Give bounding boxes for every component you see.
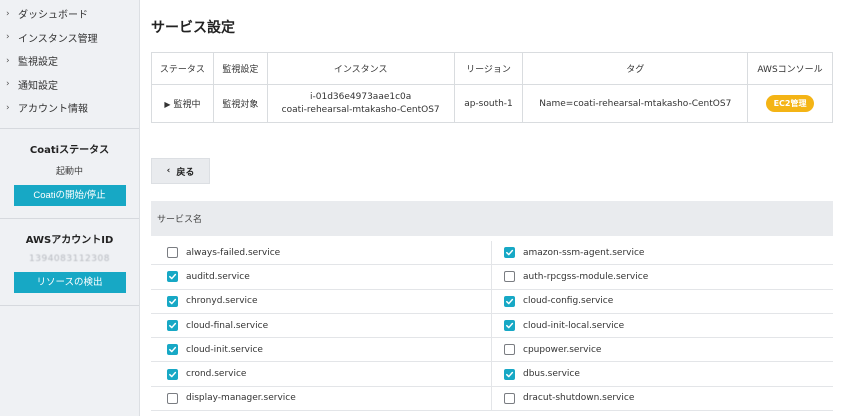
detect-resources-button[interactable]: リソースの検出 <box>13 271 126 293</box>
service-list-header: サービス名 <box>151 201 833 236</box>
checkbox-unchecked[interactable] <box>504 271 515 283</box>
checkbox-checked[interactable] <box>167 320 178 332</box>
checkbox-checked[interactable] <box>504 320 515 332</box>
sidebar-item-monitoring[interactable]: › 監視設定 <box>0 49 139 73</box>
sidebar-item-label: 通知設定 <box>18 80 58 92</box>
ec2-console-badge[interactable]: EC2管理 <box>765 95 815 112</box>
col-header-status: ステータス <box>151 52 214 85</box>
checkbox-checked[interactable] <box>504 247 515 259</box>
monitoring-cell: 監視対象 <box>212 84 268 123</box>
main-content: サービス設定 ステータス 監視設定 インスタンス リージョン タグ AWSコンソ… <box>140 0 844 416</box>
status-cell: ▶ 監視中 <box>151 84 214 123</box>
aws-account-title: AWSアカウントID <box>25 234 114 246</box>
service-name: auditd.service <box>186 271 250 282</box>
sidebar-item-label: 監視設定 <box>18 57 58 69</box>
service-name: cpupower.service <box>523 344 602 355</box>
region-cell: ap-south-1 <box>453 84 524 123</box>
service-item[interactable]: amazon-ssm-agent.service <box>492 241 833 266</box>
service-name: cloud-init-local.service <box>523 320 625 331</box>
chevron-right-icon: › <box>6 79 10 90</box>
service-item[interactable]: cpupower.service <box>492 338 833 363</box>
chevron-left-icon: ‹ <box>166 166 171 176</box>
table-row: ▶ 監視中 監視対象 i-01d36e4973aae1c0a coati-rehe… <box>151 84 833 123</box>
col-header-instance: インスタンス <box>266 52 455 85</box>
sidebar-item-instances[interactable]: › インスタンス管理 <box>0 26 139 50</box>
coati-status-title: Coatiステータス <box>29 144 110 156</box>
checkbox-unchecked[interactable] <box>504 392 515 404</box>
sidebar-item-notifications[interactable]: › 通知設定 <box>0 73 139 97</box>
back-button-label: 戻る <box>176 167 195 178</box>
play-icon: ▶ <box>164 100 171 109</box>
chevron-right-icon: › <box>6 55 10 66</box>
coati-status-panel: Coatiステータス 起動中 Coatiの開始/停止 <box>0 129 139 219</box>
checkbox-checked[interactable] <box>167 344 178 356</box>
service-item[interactable]: always-failed.service <box>151 241 492 266</box>
service-name: chronyd.service <box>186 296 258 307</box>
service-name: amazon-ssm-agent.service <box>523 247 645 258</box>
back-button[interactable]: ‹ 戻る <box>151 158 210 184</box>
instance-name: coati-rehearsal-mtakasho-CentOS7 <box>281 105 440 115</box>
checkbox-checked[interactable] <box>167 295 178 307</box>
service-item[interactable]: auth-rpcgss-module.service <box>492 265 833 290</box>
service-item[interactable]: chronyd.service <box>151 289 492 314</box>
sidebar-item-label: ダッシュボード <box>18 10 88 22</box>
chevron-right-icon: › <box>6 102 10 113</box>
col-header-tag: タグ <box>522 52 749 85</box>
app-root: › ダッシュボード › インスタンス管理 › 監視設定 › 通知設定 › アカウ… <box>0 0 844 416</box>
service-name: dbus.service <box>523 369 580 380</box>
sidebar-item-label: アカウント情報 <box>18 104 88 116</box>
instance-id: i-01d36e4973aae1c0a <box>310 92 412 102</box>
page-title: サービス設定 <box>151 20 235 36</box>
service-item[interactable]: cloud-init-local.service <box>492 314 833 339</box>
checkbox-unchecked[interactable] <box>167 392 178 404</box>
service-item[interactable]: cloud-config.service <box>492 290 833 314</box>
service-name: crond.service <box>186 369 247 380</box>
service-name: cloud-final.service <box>186 320 269 331</box>
instance-cell: i-01d36e4973aae1c0a coati-rehearsal-mtak… <box>266 84 455 123</box>
chevron-right-icon: › <box>6 32 10 43</box>
service-item[interactable]: display-manager.service <box>151 386 492 412</box>
sidebar: › ダッシュボード › インスタンス管理 › 監視設定 › 通知設定 › アカウ… <box>0 0 140 416</box>
checkbox-checked[interactable] <box>504 368 515 380</box>
checkbox-unchecked[interactable] <box>504 344 515 356</box>
service-item[interactable]: cloud-init.service <box>151 338 492 363</box>
instance-table: ステータス 監視設定 インスタンス リージョン タグ AWSコンソール ▶ 監視中… <box>151 52 833 123</box>
checkbox-checked[interactable] <box>504 295 515 307</box>
checkbox-checked[interactable] <box>167 271 178 283</box>
service-name: cloud-config.service <box>523 296 614 307</box>
table-header-row: ステータス 監視設定 インスタンス リージョン タグ AWSコンソール <box>151 52 833 85</box>
col-header-region: リージョン <box>453 52 524 85</box>
sidebar-item-account[interactable]: › アカウント情報 <box>0 96 139 120</box>
checkbox-checked[interactable] <box>167 368 178 380</box>
service-item[interactable]: dracut-shutdown.service <box>492 387 833 412</box>
service-item[interactable]: cloud-final.service <box>151 313 492 339</box>
aws-account-panel: AWSアカウントID 1394083112308 リソースの検出 <box>0 219 139 306</box>
service-list: always-failed.service amazon-ssm-agent.se… <box>151 241 833 412</box>
service-name: auth-rpcgss-module.service <box>523 271 649 282</box>
service-name: display-manager.service <box>186 393 296 404</box>
sidebar-nav: › ダッシュボード › インスタンス管理 › 監視設定 › 通知設定 › アカウ… <box>0 0 139 120</box>
chevron-right-icon: › <box>6 8 10 19</box>
sidebar-item-dashboard[interactable]: › ダッシュボード <box>0 2 139 26</box>
coati-status-value: 起動中 <box>55 166 83 177</box>
service-item[interactable]: crond.service <box>151 362 492 387</box>
aws-account-id: 1394083112308 <box>29 253 110 264</box>
service-name: dracut-shutdown.service <box>523 393 635 404</box>
tag-cell: Name=coati-rehearsal-mtakasho-CentOS7 <box>522 84 749 123</box>
sidebar-item-label: インスタンス管理 <box>18 33 98 45</box>
checkbox-unchecked[interactable] <box>167 247 178 259</box>
service-item[interactable]: auditd.service <box>151 265 492 290</box>
status-text: 監視中 <box>173 100 201 110</box>
service-item[interactable]: dbus.service <box>492 362 833 387</box>
col-header-aws-console: AWSコンソール <box>747 52 833 85</box>
aws-console-cell: EC2管理 <box>747 84 833 123</box>
service-name: cloud-init.service <box>186 344 263 355</box>
coati-start-stop-button[interactable]: Coatiの開始/停止 <box>13 184 126 206</box>
col-header-monitoring: 監視設定 <box>212 52 268 85</box>
service-name: always-failed.service <box>186 247 281 258</box>
